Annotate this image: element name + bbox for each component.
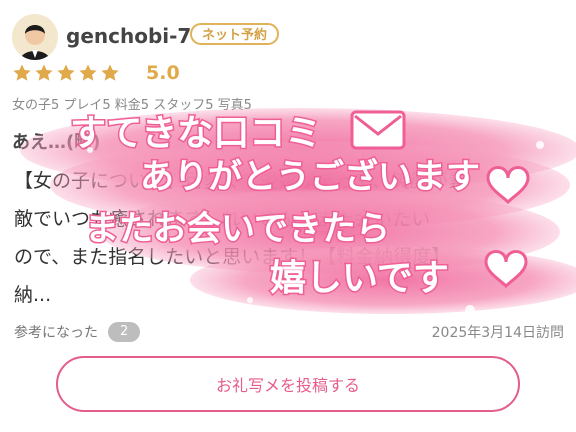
review-line: 敵でいつも癒されます。れいさんにまた会いたい bbox=[14, 208, 431, 230]
review-line: 【女の子について】可愛くて愛嬌があって、笑顔が素 bbox=[14, 170, 467, 192]
post-thanks-photo-button[interactable]: お礼写メを投稿する bbox=[56, 356, 520, 412]
net-reservation-badge: ネット予約 bbox=[190, 23, 280, 45]
visit-date: 2025年3月14日訪問 bbox=[431, 325, 564, 341]
username[interactable]: genchobi-7 bbox=[66, 24, 191, 48]
envelope-icon bbox=[350, 110, 406, 150]
rating-stars bbox=[12, 63, 120, 83]
star-icon bbox=[57, 64, 75, 81]
review-line: 納... bbox=[14, 284, 52, 306]
review-line: ので、また指名したいと思います！【料金納得度】 bbox=[14, 246, 451, 268]
overlay-line-1: すてきな口コミ bbox=[70, 113, 321, 154]
helpful-count: 2 bbox=[108, 322, 141, 342]
review-body[interactable]: 【女の子について】可愛くて愛嬌があって、笑顔が素 敵でいつも癒されます。れいさん… bbox=[14, 162, 562, 314]
star-icon bbox=[35, 64, 53, 81]
rating-value: 5.0 bbox=[146, 62, 180, 84]
avatar-icon bbox=[12, 14, 58, 60]
category-scores: 女の子5 プレイ5 料金5 スタッフ5 写真5 bbox=[12, 98, 252, 113]
helpful-row: 参考になった 2 bbox=[14, 322, 141, 342]
avatar[interactable] bbox=[12, 14, 58, 60]
review-title: あえ…(略) bbox=[12, 132, 101, 153]
star-icon bbox=[79, 64, 97, 81]
star-icon bbox=[101, 64, 119, 81]
star-icon bbox=[13, 64, 31, 81]
review-card: genchobi-7 ネット予約 5.0 女の子5 プレイ5 料金5 スタッフ5… bbox=[0, 0, 576, 432]
helpful-label[interactable]: 参考になった bbox=[14, 322, 98, 342]
